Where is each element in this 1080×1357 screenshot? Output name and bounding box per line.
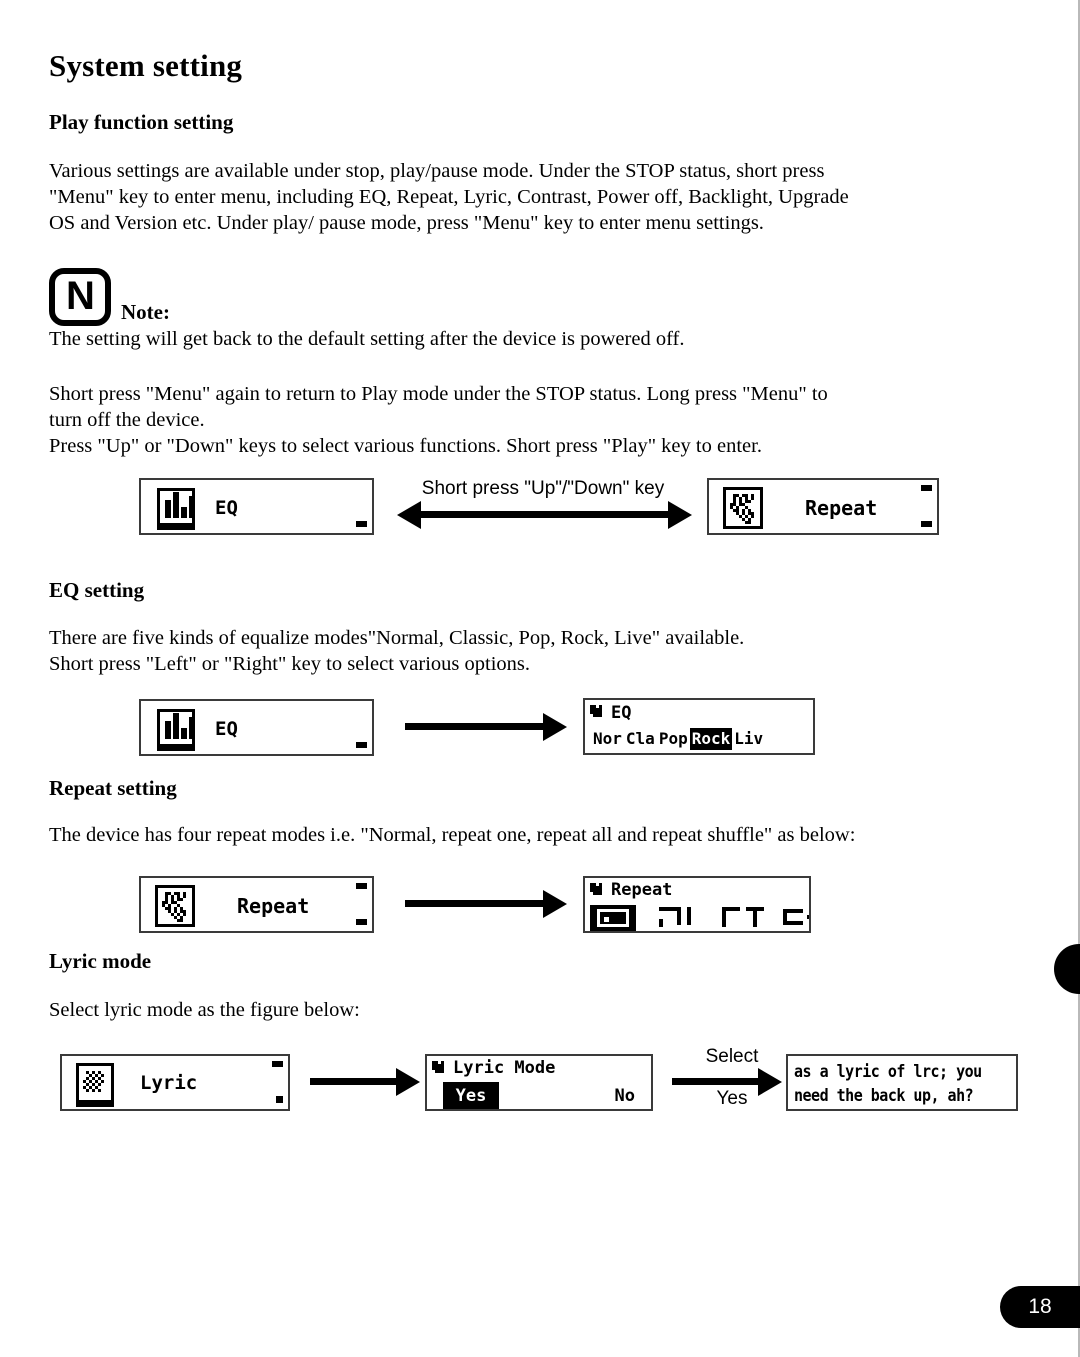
note-block: N Note: The setting will get back to the… bbox=[49, 268, 1039, 360]
equalizer-bars bbox=[165, 492, 195, 518]
arrow-head-lyric-flow-1 bbox=[396, 1068, 420, 1096]
arrow-head-left bbox=[397, 501, 421, 529]
repeat-mode-one-icon[interactable] bbox=[657, 905, 701, 931]
scroll-down-indicator bbox=[356, 742, 367, 748]
eq-option-liv[interactable]: Liv bbox=[732, 728, 765, 750]
scroll-down-indicator bbox=[356, 521, 367, 527]
equalizer-icon bbox=[157, 709, 195, 751]
lyric-display-line-1: as a lyric of lrc; you bbox=[794, 1060, 982, 1082]
paragraph-repeat-setting: The device has four repeat modes i.e. "N… bbox=[49, 824, 856, 846]
lcd-screen-lyric-mode: Lyric Mode Yes No bbox=[425, 1054, 653, 1111]
eq-option-row: Nor Cla Pop Rock Liv bbox=[591, 728, 809, 750]
menu-marker-icon bbox=[590, 705, 602, 717]
menu-marker-icon bbox=[432, 1061, 444, 1073]
equalizer-icon bbox=[157, 488, 195, 530]
lcd-screen-eq-menu: EQ bbox=[139, 478, 374, 535]
arrow-head-right bbox=[668, 501, 692, 529]
paragraph-eq-setting: There are five kinds of equalize modes"N… bbox=[49, 627, 745, 675]
note-icon: N bbox=[49, 268, 111, 326]
arrow-shaft-lyric-flow-1 bbox=[310, 1078, 398, 1085]
lyric-display-line-2: need the back up, ah? bbox=[794, 1084, 974, 1106]
arrow-shaft-repeat-flow bbox=[405, 900, 545, 907]
repeat-mode-shuffle-icon[interactable] bbox=[781, 905, 809, 931]
heading-eq-setting: EQ setting bbox=[49, 578, 145, 602]
scroll-up-indicator bbox=[272, 1061, 283, 1067]
lcd-label-lyric: Lyric bbox=[140, 1072, 198, 1094]
repeat-icon bbox=[155, 885, 195, 927]
arrow-head-repeat-flow bbox=[543, 890, 567, 918]
equalizer-bars bbox=[165, 713, 195, 739]
repeat-icon-pixels bbox=[162, 892, 189, 922]
manual-page: System setting Play function setting Var… bbox=[0, 0, 1080, 1357]
scroll-up-indicator bbox=[356, 883, 367, 889]
heading-lyric-mode: Lyric mode bbox=[49, 949, 152, 973]
lcd-screen-repeat-source: Repeat bbox=[139, 876, 374, 933]
heading-repeat-setting: Repeat setting bbox=[49, 776, 177, 800]
lcd-title-lyric-mode: Lyric Mode bbox=[453, 1058, 556, 1078]
scroll-down-indicator bbox=[356, 919, 367, 925]
page-title: System setting bbox=[49, 48, 243, 83]
lyric-mode-option-no[interactable]: No bbox=[615, 1086, 635, 1106]
repeat-mode-all-icon[interactable] bbox=[720, 905, 764, 931]
arrow-caption-select: Select bbox=[705, 1046, 759, 1067]
arrow-shaft-lyric-flow-2 bbox=[672, 1078, 760, 1085]
lyric-icon-pixels bbox=[83, 1071, 107, 1092]
paragraph-lyric-mode: Select lyric mode as the figure below: bbox=[49, 999, 360, 1021]
eq-option-cla[interactable]: Cla bbox=[624, 728, 657, 750]
repeat-mode-normal-icon[interactable] bbox=[590, 905, 636, 931]
lcd-label-eq: EQ bbox=[215, 718, 238, 740]
arrow-caption-yes: Yes bbox=[716, 1088, 748, 1109]
note-text: The setting will get back to the default… bbox=[49, 328, 685, 350]
lcd-label-repeat: Repeat bbox=[237, 894, 310, 918]
menu-marker-icon bbox=[590, 883, 602, 895]
lcd-screen-repeat-menu: Repeat bbox=[707, 478, 939, 535]
scroll-down-indicator bbox=[276, 1096, 283, 1103]
repeat-icon bbox=[723, 487, 763, 529]
lyric-mode-option-yes[interactable]: Yes bbox=[443, 1082, 499, 1109]
arrow-shaft-bidirectional bbox=[420, 511, 670, 518]
note-label: Note: bbox=[121, 300, 170, 324]
lcd-screen-repeat-options: Repeat bbox=[583, 876, 811, 933]
lcd-title-repeat: Repeat bbox=[611, 880, 673, 900]
arrow-head-eq-flow bbox=[543, 713, 567, 741]
repeat-icon-pixels bbox=[730, 494, 757, 524]
note-icon-letter: N bbox=[66, 274, 95, 318]
lyric-icon bbox=[76, 1063, 114, 1107]
lcd-screen-eq-source: EQ bbox=[139, 699, 374, 756]
arrow-caption-updown: Short press "Up"/"Down" key bbox=[421, 478, 665, 499]
eq-option-nor[interactable]: Nor bbox=[591, 728, 624, 750]
scan-artifact-blob bbox=[1054, 944, 1080, 994]
page-number-badge: 18 bbox=[1000, 1286, 1080, 1328]
eq-option-pop[interactable]: Pop bbox=[657, 728, 690, 750]
scroll-up-indicator bbox=[921, 485, 932, 491]
scroll-down-indicator bbox=[921, 521, 932, 527]
lcd-screen-eq-options: EQ Nor Cla Pop Rock Liv bbox=[583, 698, 815, 755]
paragraph-play-function: Various settings are available under sto… bbox=[49, 160, 849, 234]
heading-play-function: Play function setting bbox=[49, 110, 234, 134]
lcd-screen-lyric-display: as a lyric of lrc; you need the back up,… bbox=[786, 1054, 1018, 1111]
lcd-title-eq: EQ bbox=[611, 703, 632, 723]
eq-option-rock[interactable]: Rock bbox=[689, 728, 733, 750]
paragraph-keys-info: Short press "Menu" again to return to Pl… bbox=[49, 383, 828, 457]
lcd-label-eq: EQ bbox=[215, 497, 238, 519]
arrow-shaft-eq-flow bbox=[405, 723, 545, 730]
lcd-screen-lyric-source: Lyric bbox=[60, 1054, 290, 1111]
lcd-label-repeat: Repeat bbox=[805, 496, 878, 520]
